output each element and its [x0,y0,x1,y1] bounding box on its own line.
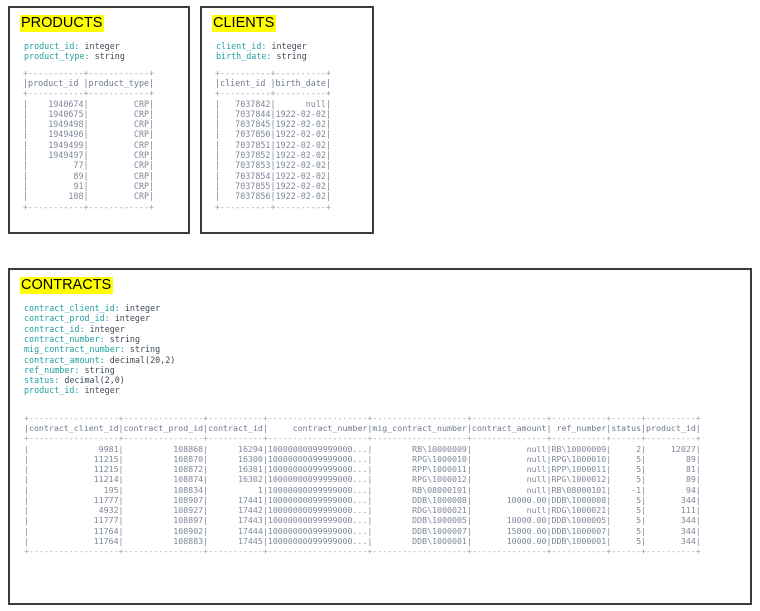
table-row: | 108| CRP| [23,191,154,201]
table-row: | 7037853|1922-02-02| [215,160,331,170]
table-header-row: |client_id |birth_date| [215,78,331,88]
schema-field: status: decimal(2,0) [24,375,125,385]
table-row: | 7037842| null| [215,99,331,109]
schema-field: client_id: integer [216,41,307,51]
table-rule: +------------------+----------------+---… [24,546,701,556]
table-row: | 7037845|1922-02-02| [215,119,331,129]
schema-field: contract_id: integer [24,324,125,334]
table-rule: +----------+----------+ [215,202,331,212]
products-panel: PRODUCTS product_id: integer product_typ… [8,6,190,234]
contracts-panel: CONTRACTS contract_client_id: integer co… [8,268,752,605]
table-rule: +-----------+------------+ [23,202,154,212]
table-row: | 1949498| CRP| [23,119,154,129]
schema-field: product_id: integer [24,41,120,51]
schema-field: product_id: integer [24,385,120,395]
table-row: | 1949496| CRP| [23,129,154,139]
table-rule: +------------------+----------------+---… [24,413,701,423]
table-header-row: |product_id |product_type| [23,78,154,88]
table-rule: +----------+----------+ [215,88,331,98]
clients-schema: client_id: integer birth_date: string [216,41,372,62]
table-rule: +----------+----------+ [215,68,331,78]
schema-field: ref_number: string [24,365,115,375]
table-row: | 11764| 108883| 17445|10000000099999000… [24,536,701,546]
table-rule: +-----------+------------+ [23,88,154,98]
table-row: | 9981| 108868| 16294|10000000099999000.… [24,444,701,454]
table-row: | 11215| 108872| 16301|10000000099999000… [24,464,701,474]
products-panel-title: PRODUCTS [20,15,104,32]
table-row: | 1940675| CRP| [23,109,154,119]
table-header-row: |contract_client_id|contract_prod_id|con… [24,423,701,433]
clients-table: +----------+----------+ |client_id |birt… [215,68,372,212]
products-schema: product_id: integer product_type: string [24,41,188,62]
schema-field: contract_client_id: integer [24,303,160,313]
contracts-table: +------------------+----------------+---… [24,413,750,557]
table-row: | 7037855|1922-02-02| [215,181,331,191]
table-row: | 77| CRP| [23,160,154,170]
contracts-schema: contract_client_id: integer contract_pro… [24,303,750,396]
table-row: | 7037851|1922-02-02| [215,140,331,150]
table-row: | 1949499| CRP| [23,140,154,150]
table-row: | 11215| 108870| 16300|10000000099999000… [24,454,701,464]
table-row: | 7037852|1922-02-02| [215,150,331,160]
table-row: | 91| CRP| [23,181,154,191]
table-row: | 4932| 108927| 17442|10000000099999000.… [24,505,701,515]
table-row: | 1949497| CRP| [23,150,154,160]
schema-field: mig_contract_number: string [24,344,160,354]
schema-field: contract_prod_id: integer [24,313,150,323]
schema-field: contract_amount: decimal(20,2) [24,355,175,365]
table-row: | 11764| 108902| 17444|10000000099999000… [24,526,701,536]
schema-field: birth_date: string [216,51,307,61]
schema-field: contract_number: string [24,334,140,344]
clients-panel-title: CLIENTS [212,15,276,32]
table-row: | 11777| 108907| 17441|10000000099999000… [24,495,701,505]
table-row: | 195| 108834| 1|10000000099999000...| R… [24,485,701,495]
table-row: | 7037854|1922-02-02| [215,171,331,181]
table-row: | 11777| 108897| 17443|10000000099999000… [24,515,701,525]
table-row: | 11214| 108874| 16302|10000000099999000… [24,474,701,484]
contracts-panel-title: CONTRACTS [20,277,113,294]
table-rule: +------------------+----------------+---… [24,433,701,443]
table-row: | 89| CRP| [23,171,154,181]
table-row: | 1940674| CRP| [23,99,154,109]
table-row: | 7037850|1922-02-02| [215,129,331,139]
products-table: +-----------+------------+ |product_id |… [23,68,188,212]
table-row: | 7037856|1922-02-02| [215,191,331,201]
clients-panel: CLIENTS client_id: integer birth_date: s… [200,6,374,234]
table-rule: +-----------+------------+ [23,68,154,78]
schema-field: product_type: string [24,51,125,61]
table-row: | 7037844|1922-02-02| [215,109,331,119]
